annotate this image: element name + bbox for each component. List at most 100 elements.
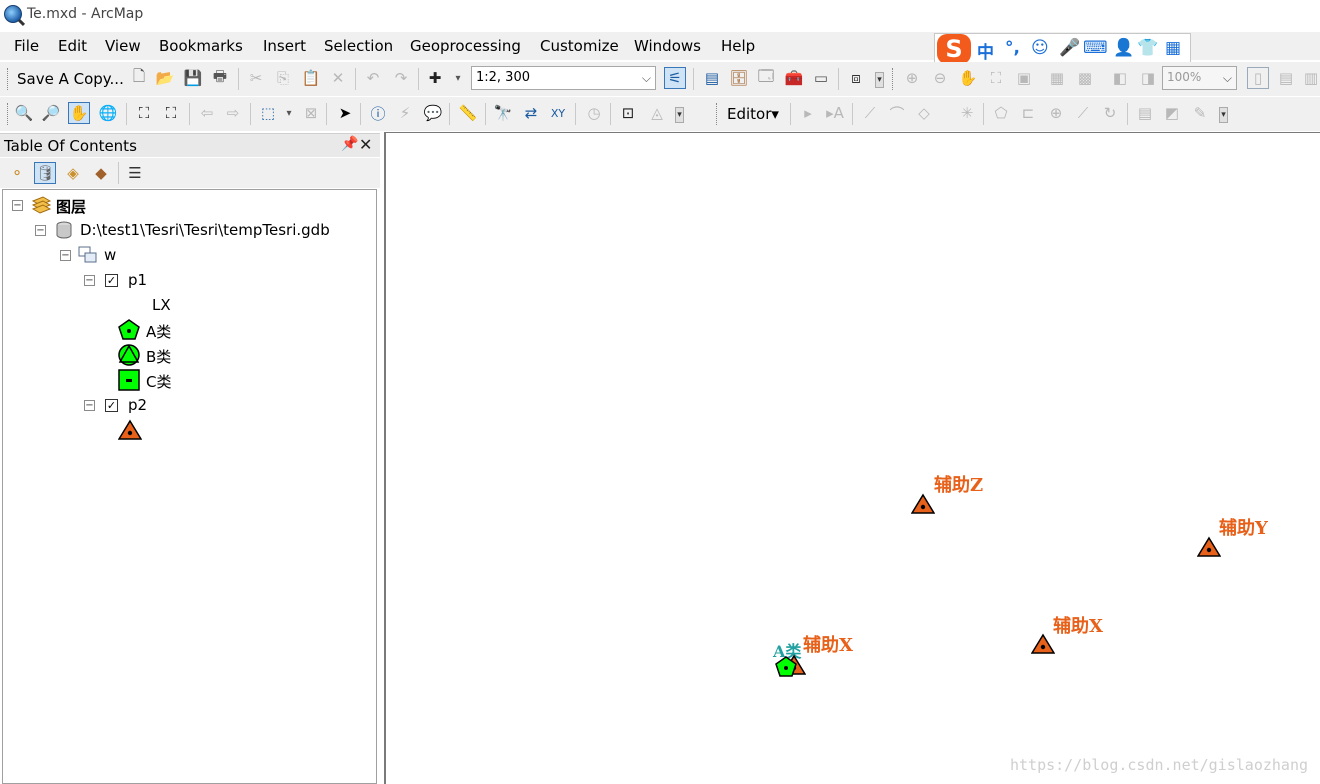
zoom-out-icon[interactable]: 🔎 [40,102,62,124]
go-back-icon[interactable]: ⇦ [196,102,218,124]
edit-annotation-icon[interactable]: ▸A [824,102,846,124]
html-popup-icon[interactable]: 💬 [422,102,444,124]
select-features-icon[interactable]: ⬚ [257,102,279,124]
chevron-down-icon[interactable]: ⌵ [642,71,651,86]
clear-selection-icon[interactable]: ⊠ [300,102,322,124]
reshape-feature-icon[interactable]: ⊏ [1017,102,1039,124]
redo-icon[interactable]: ↷ [390,67,412,89]
arctoolbox-icon[interactable]: 🧰 [783,67,805,89]
menu-selection[interactable]: Selection [324,37,393,55]
list-by-visibility-icon[interactable]: ◈ [62,162,84,184]
go-forward-icon[interactable]: ⇨ [222,102,244,124]
menu-customize[interactable]: Customize [540,37,619,55]
add-data-icon[interactable]: ✚ [424,67,446,89]
save-a-copy-button[interactable]: Save A Copy... [17,70,124,88]
sogou-logo-icon[interactable]: S [937,34,971,64]
layout-fixed-zoom-out-icon[interactable]: ▩ [1074,67,1096,89]
map-view[interactable]: 辅助Z 辅助Y 辅助X A类 辅助X https://blog.csdn.net… [384,132,1320,784]
menu-edit[interactable]: Edit [58,37,87,55]
swipe-icon[interactable]: ◬ [646,102,668,124]
create-features-icon[interactable]: ✎ [1189,102,1211,124]
find-icon[interactable]: 🔭 [492,102,514,124]
toolbar-grip[interactable] [7,103,10,125]
fixed-zoom-in-icon[interactable]: ⛶ [133,102,155,124]
menu-view[interactable]: View [105,37,141,55]
catalog-window-icon[interactable]: 🗄 [728,67,750,89]
layout-zoom-combo[interactable]: 100% ⌵ [1162,66,1237,90]
toolbar-overflow-icon[interactable]: ▾ [1219,107,1228,123]
delete-icon[interactable]: ✕ [327,67,349,89]
menu-insert[interactable]: Insert [263,37,306,55]
rotate-tool-icon[interactable]: ↻ [1099,102,1121,124]
layout-zoom-out-icon[interactable]: ⊖ [929,67,951,89]
trace-icon[interactable]: ◇ [913,102,935,124]
collapse-icon[interactable]: − [84,275,95,286]
select-elements-icon[interactable]: ➤ [334,102,356,124]
model-builder-icon[interactable]: ⧈ [845,67,867,89]
list-by-source-icon[interactable]: 🛢 [34,162,56,184]
layer-visibility-checkbox[interactable]: ✓ [105,274,118,287]
toc-options-icon[interactable]: ☰ [124,162,146,184]
ime-toolbox-icon[interactable]: ▦ [1165,38,1181,58]
save-icon[interactable]: 💾 [182,67,204,89]
focus-data-frame-icon[interactable]: ▤ [1275,67,1297,89]
hyperlink-icon[interactable]: ⚡ [394,102,416,124]
split-tool-icon[interactable]: ⟋ [1072,102,1094,124]
go-to-xy-icon[interactable]: XY [547,102,569,124]
layer-visibility-checkbox[interactable]: ✓ [105,399,118,412]
close-icon[interactable]: ✕ [359,135,372,154]
ime-user-icon[interactable]: 👤 [1113,38,1134,58]
find-route-icon[interactable]: ⇄ [520,102,542,124]
python-window-icon[interactable]: ▭ [810,67,832,89]
toggle-draft-mode-icon[interactable]: ▯ [1247,67,1269,89]
cut-polygons-icon[interactable]: ⊕ [1045,102,1067,124]
ime-skin-icon[interactable]: 👕 [1137,38,1158,58]
toolbar-grip[interactable] [7,68,10,90]
group-layer-label[interactable]: w [104,246,116,264]
copy-icon[interactable]: ⎘ [272,67,294,89]
identify-icon[interactable]: ⓘ [367,102,389,124]
list-by-drawing-order-icon[interactable]: ⚬ [6,162,28,184]
collapse-icon[interactable]: − [84,400,95,411]
print-icon[interactable]: 🖶 [209,67,231,89]
new-document-icon[interactable]: 🗋 [128,67,150,89]
ime-keyboard-icon[interactable]: ⌨ [1083,38,1108,58]
map-triangle-point-z[interactable] [911,493,935,515]
layout-zoom-in-icon[interactable]: ⊕ [901,67,923,89]
ime-punctuation-icon[interactable]: °, [1005,38,1020,58]
select-features-dropdown-icon[interactable]: ▾ [278,102,300,124]
ime-voice-icon[interactable]: 🎤 [1059,38,1080,58]
create-viewer-window-icon[interactable]: ⊡ [617,102,639,124]
map-scale-combo[interactable]: 1:2, 300 ⌵ [471,66,656,90]
editor-toolbar-icon[interactable]: ⚟ [664,67,686,89]
point-icon[interactable]: ✳ [956,102,978,124]
pin-icon[interactable]: 📌 [341,136,358,152]
layout-forward-icon[interactable]: ◨ [1137,67,1159,89]
chevron-down-icon[interactable]: ⌵ [1223,71,1232,86]
map-pentagon-point-a[interactable] [775,656,797,678]
menu-bookmarks[interactable]: Bookmarks [159,37,243,55]
toolbar-overflow-icon[interactable]: ▾ [875,72,884,88]
layout-pan-icon[interactable]: ✋ [957,67,979,89]
toolbar-overflow-icon[interactable]: ▾ [675,107,684,123]
menu-geoprocessing[interactable]: Geoprocessing [410,37,521,55]
zoom-in-icon[interactable]: 🔍 [13,102,35,124]
layer-p2-label[interactable]: p2 [128,396,147,414]
fixed-zoom-out-icon[interactable]: ⛶ [160,102,182,124]
edit-vertices-icon[interactable]: ⬠ [990,102,1012,124]
collapse-icon[interactable]: − [12,200,23,211]
tree-root-label[interactable]: 图层 [56,196,86,217]
menu-help[interactable]: Help [721,37,755,55]
full-extent-icon[interactable]: 🌐 [97,102,119,124]
list-by-selection-icon[interactable]: ◆ [90,162,112,184]
open-folder-icon[interactable]: 📂 [154,67,176,89]
straight-segment-icon[interactable]: ⟋ [859,102,881,124]
pan-icon[interactable]: ✋ [68,102,90,124]
menu-windows[interactable]: Windows [634,37,701,55]
sketch-properties-icon[interactable]: ◩ [1161,102,1183,124]
change-layout-icon[interactable]: ▥ [1300,67,1320,89]
layout-fixed-zoom-in-icon[interactable]: ▦ [1046,67,1068,89]
measure-icon[interactable]: 📏 [457,102,479,124]
layout-full-extent-icon[interactable]: ⛶ [985,67,1007,89]
paste-icon[interactable]: 📋 [300,67,322,89]
